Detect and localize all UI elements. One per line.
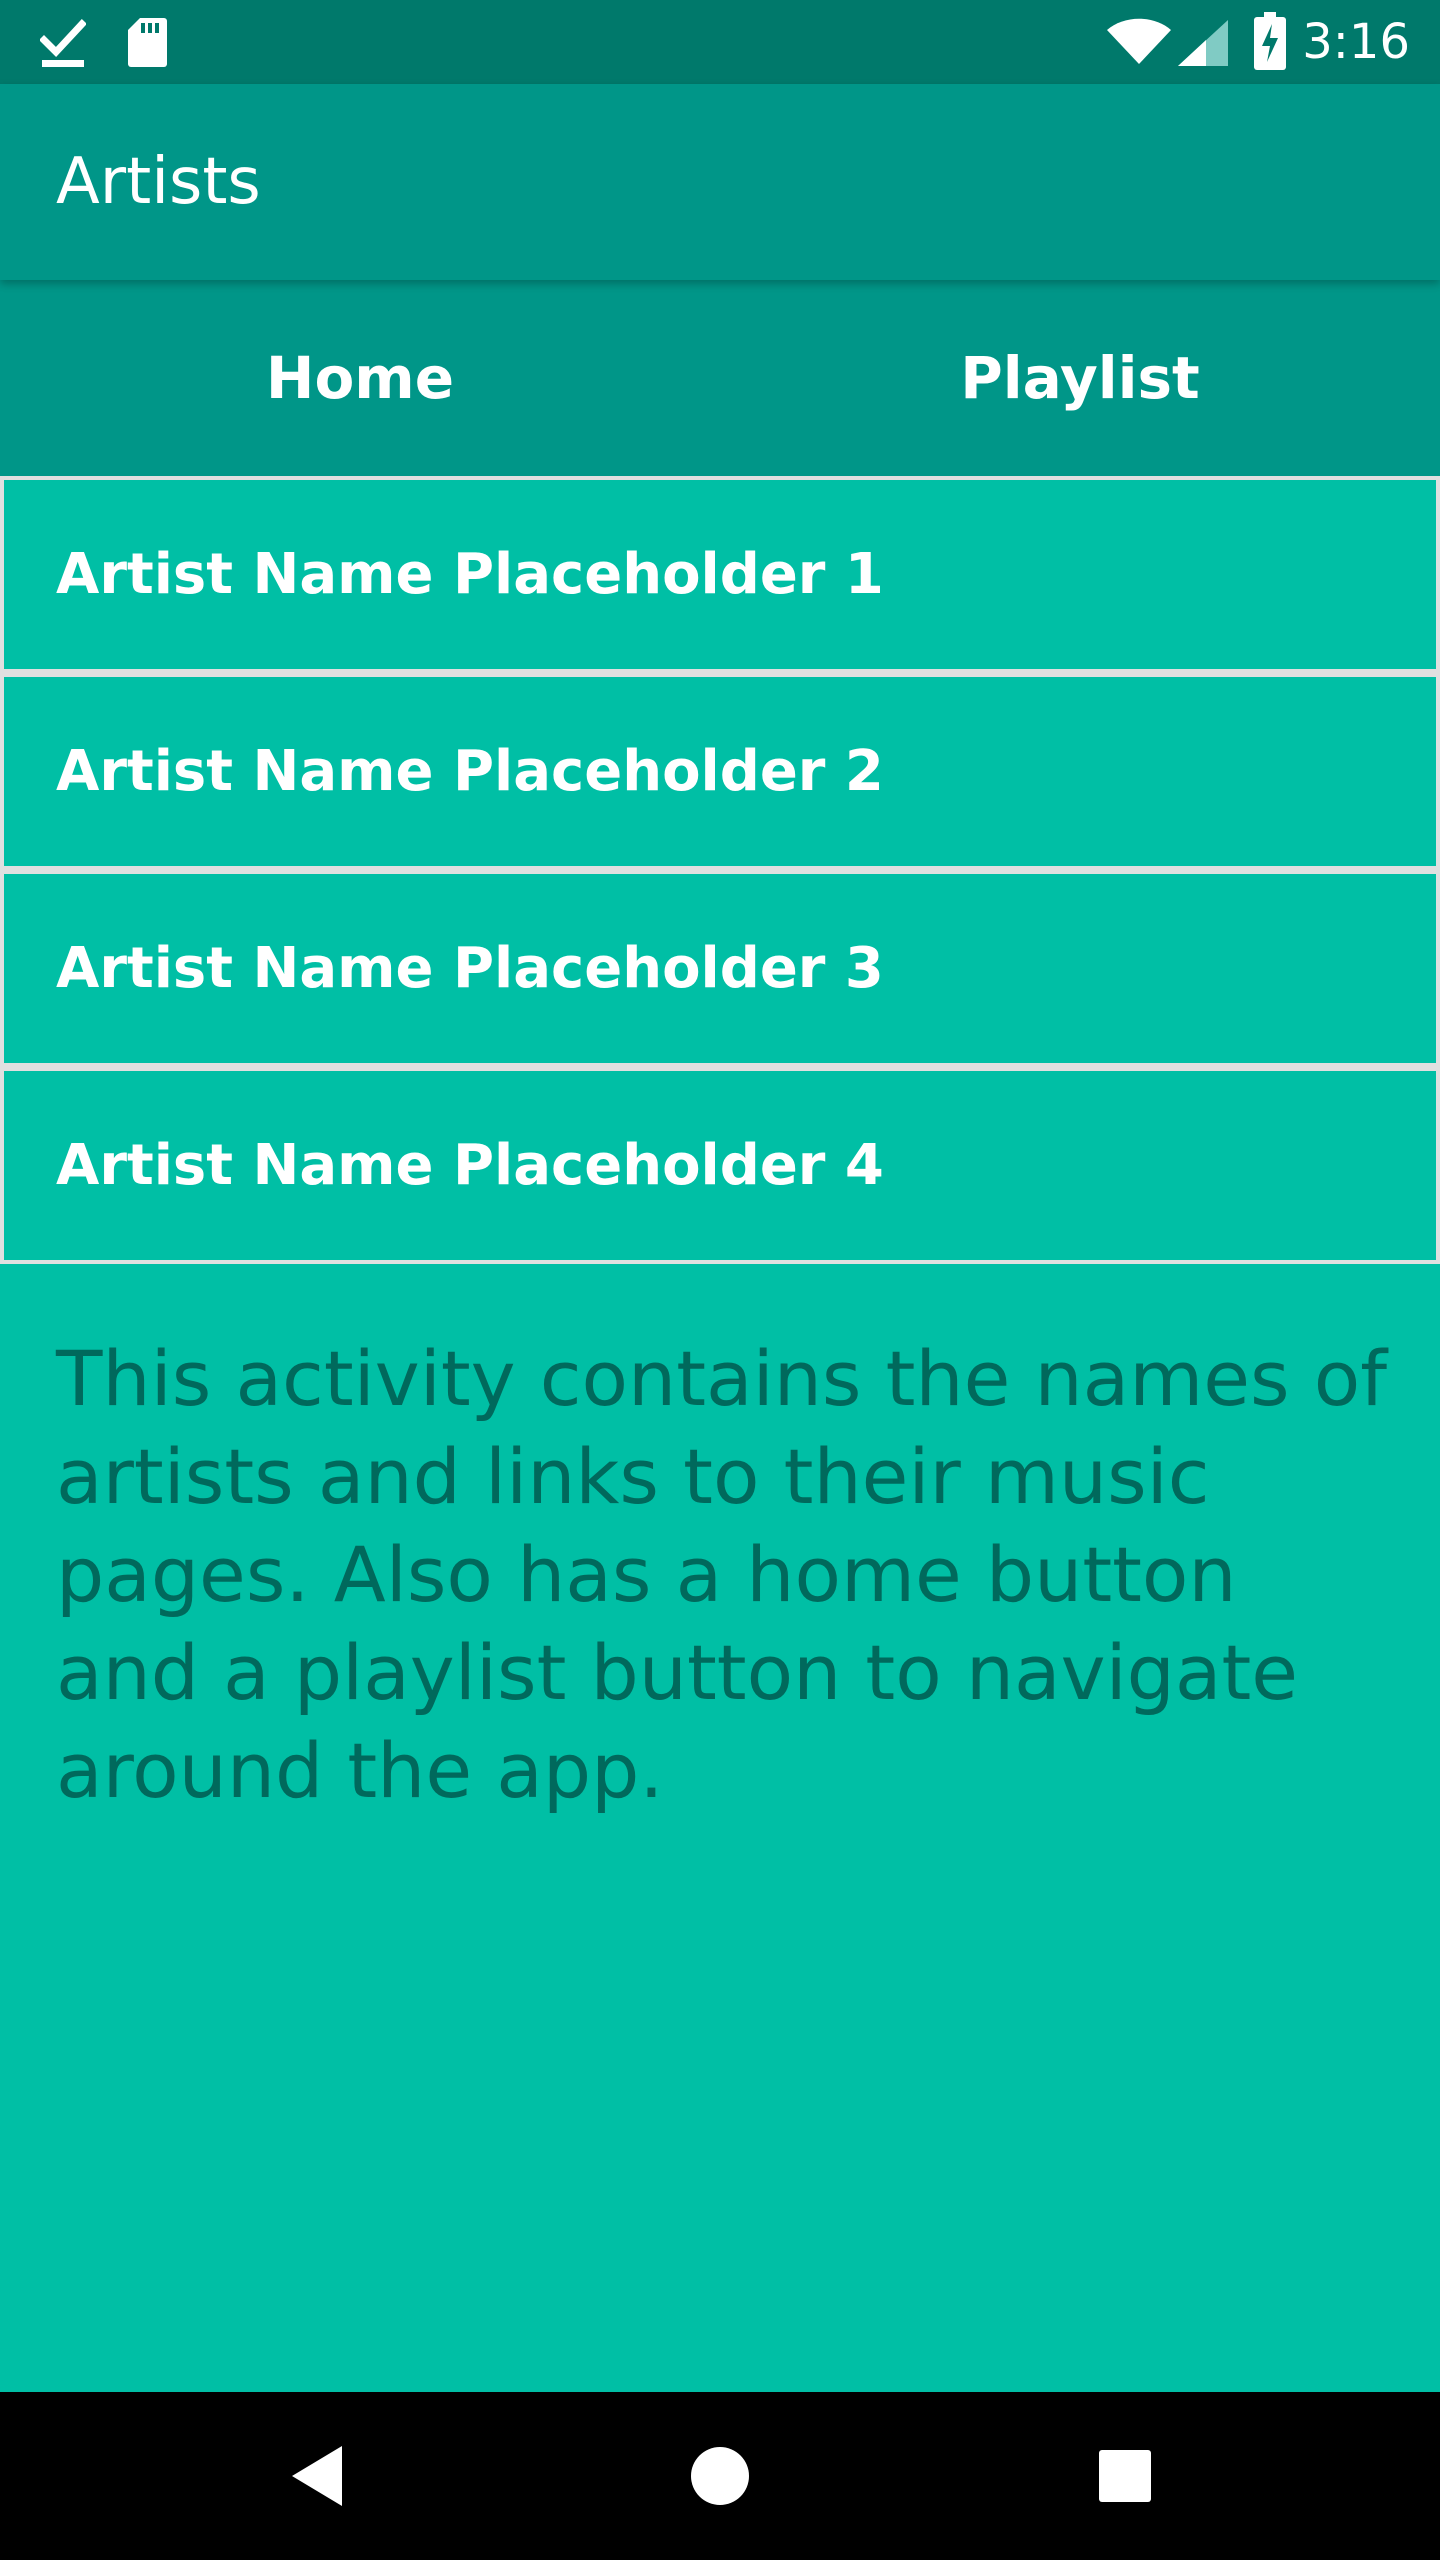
tab-bar: Home Playlist [0,280,1440,476]
artist-list-item[interactable]: Artist Name Placeholder 1 [0,476,1440,673]
home-button[interactable]: Home [0,280,720,476]
status-time: 3:16 [1302,14,1410,70]
status-bar: 3:16 [0,0,1440,84]
recents-icon[interactable] [1075,2392,1175,2560]
artist-list-item[interactable]: Artist Name Placeholder 3 [0,870,1440,1067]
app-bar: Artists [0,84,1440,280]
description-text: This activity contains the names of arti… [56,1334,1388,1815]
sd-card-icon [128,18,167,67]
cellular-signal-icon [1178,20,1228,66]
page-title: Artists [56,145,261,219]
artist-name-label: Artist Name Placeholder 4 [56,1133,884,1198]
artist-name-label: Artist Name Placeholder 1 [56,542,884,607]
playlist-button[interactable]: Playlist [720,280,1440,476]
battery-charging-icon [1254,12,1286,70]
artist-list-item[interactable]: Artist Name Placeholder 4 [0,1067,1440,1264]
back-icon[interactable] [270,2392,370,2560]
artist-name-label: Artist Name Placeholder 2 [56,739,884,804]
home-circle-icon[interactable] [670,2392,770,2560]
download-done-icon [40,19,86,67]
artist-name-label: Artist Name Placeholder 3 [56,936,884,1001]
wifi-icon [1107,18,1171,64]
artist-list-item[interactable]: Artist Name Placeholder 2 [0,673,1440,870]
system-nav-bar [0,2392,1440,2560]
artist-list: Artist Name Placeholder 1 Artist Name Pl… [0,476,1440,1264]
